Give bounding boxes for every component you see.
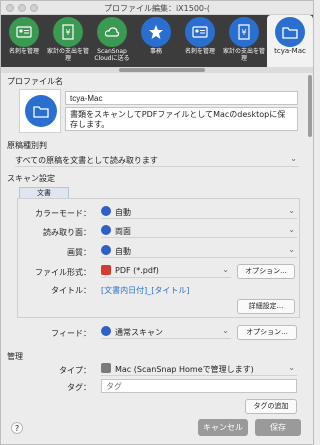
star-icon [141,17,171,47]
quality-select[interactable]: 自動 ⌄ [101,244,297,258]
doc-type-select[interactable]: すべての原稿を文書として読み取ります ⌄ [15,153,299,167]
duplex-icon [101,225,111,235]
feed-options-button[interactable]: オプション... [237,325,297,340]
pdf-icon [101,265,111,275]
tab-scrollbar-thumb[interactable] [119,68,205,72]
color-mode-label: カラーモード： [35,209,91,218]
tag-input[interactable] [101,379,297,393]
cancel-button[interactable]: キャンセル [198,419,248,436]
detail-settings-button[interactable]: 詳細設定... [237,299,295,314]
tab-business-card[interactable]: 名刺を管理 [2,15,46,67]
laptop-icon [101,363,111,373]
chevron-down-icon: ⌄ [288,206,295,215]
color-mode-select[interactable]: 自動 ⌄ [101,205,297,219]
add-tag-button[interactable]: タグの追加 [245,399,297,414]
quality-icon [101,245,111,255]
cloud-sync-icon [97,17,127,47]
help-button[interactable]: ? [11,422,23,434]
profile-icon-box[interactable] [19,89,61,133]
chevron-down-icon: ⌄ [290,154,297,163]
tab-business-card-2[interactable]: 名刺を管理 [178,15,222,67]
chevron-down-icon: ⌄ [288,225,295,234]
scan-settings-section-label: スキャン設定 [7,174,55,183]
profile-name-section-label: プロファイル名 [7,77,63,86]
doc-type-section-label: 原稿種別判 [7,141,47,150]
quality-label: 画質： [67,248,91,257]
tab-scrollbar[interactable] [1,67,313,73]
tab-scansnap-cloud[interactable]: ScanSnap Cloudに送る [90,15,134,67]
format-options-button[interactable]: オプション... [237,264,295,279]
save-button[interactable]: 保存 [255,419,301,436]
file-format-label: ファイル形式： [35,268,91,277]
title-bar: プロファイル編集：iX1500-( [1,1,313,15]
chevron-down-icon: ⌄ [222,265,229,274]
scan-side-select[interactable]: 両面 ⌄ [101,224,297,238]
chevron-down-icon: ⌄ [288,363,295,372]
color-mode-icon [101,206,111,216]
profile-name-field[interactable] [65,91,298,105]
tag-label: タグ： [67,383,91,392]
chevron-down-icon: ⌄ [288,245,295,254]
scan-side-label: 読み取り面： [43,228,91,237]
manage-section-label: 管理 [7,352,23,361]
tab-tcya-mac[interactable]: tcya-Mac [267,15,313,67]
business-card-icon [9,17,39,47]
profile-edit-window: プロファイル編集：iX1500-( 名刺を管理 ¥ 家計の支出を管理 ScanS… [0,0,314,445]
yen-receipt-icon: ¥ [53,17,83,47]
tab-office[interactable]: 事務 [134,15,178,67]
file-format-select[interactable]: PDF (*.pdf) ⌄ [101,264,231,278]
profile-tab-bar: 名刺を管理 ¥ 家計の支出を管理 ScanSnap Cloudに送る 事務 名刺… [1,15,313,67]
window-title: プロファイル編集：iX1500-( [103,4,211,13]
title-link[interactable]: [文書内日付]_[タイトル] [101,285,189,296]
profile-description-field[interactable]: 書類をスキャンしてPDFファイルとしてMacのdesktopに保存します。 [65,107,298,131]
feed-label: フィード： [51,329,91,338]
tab-household-expense-2[interactable]: ¥ 家計の支出を管理 [222,15,266,67]
business-card-icon [185,17,215,47]
yen-receipt-icon: ¥ [229,17,259,47]
feed-select[interactable]: 通常スキャン ⌄ [101,325,231,339]
feed-icon [101,326,111,336]
type-select[interactable]: Mac (ScanSnap Homeで管理します) ⌄ [101,362,297,376]
folder-icon [25,95,57,127]
svg-text:¥: ¥ [241,28,246,37]
tab-household-expense[interactable]: ¥ 家計の支出を管理 [46,15,90,67]
content-scrollbar[interactable] [308,75,312,137]
chevron-down-icon: ⌄ [222,326,229,335]
svg-text:¥: ¥ [65,28,70,37]
type-label: タイプ： [59,366,91,375]
title-label: タイトル： [51,286,91,295]
folder-icon [275,17,305,47]
